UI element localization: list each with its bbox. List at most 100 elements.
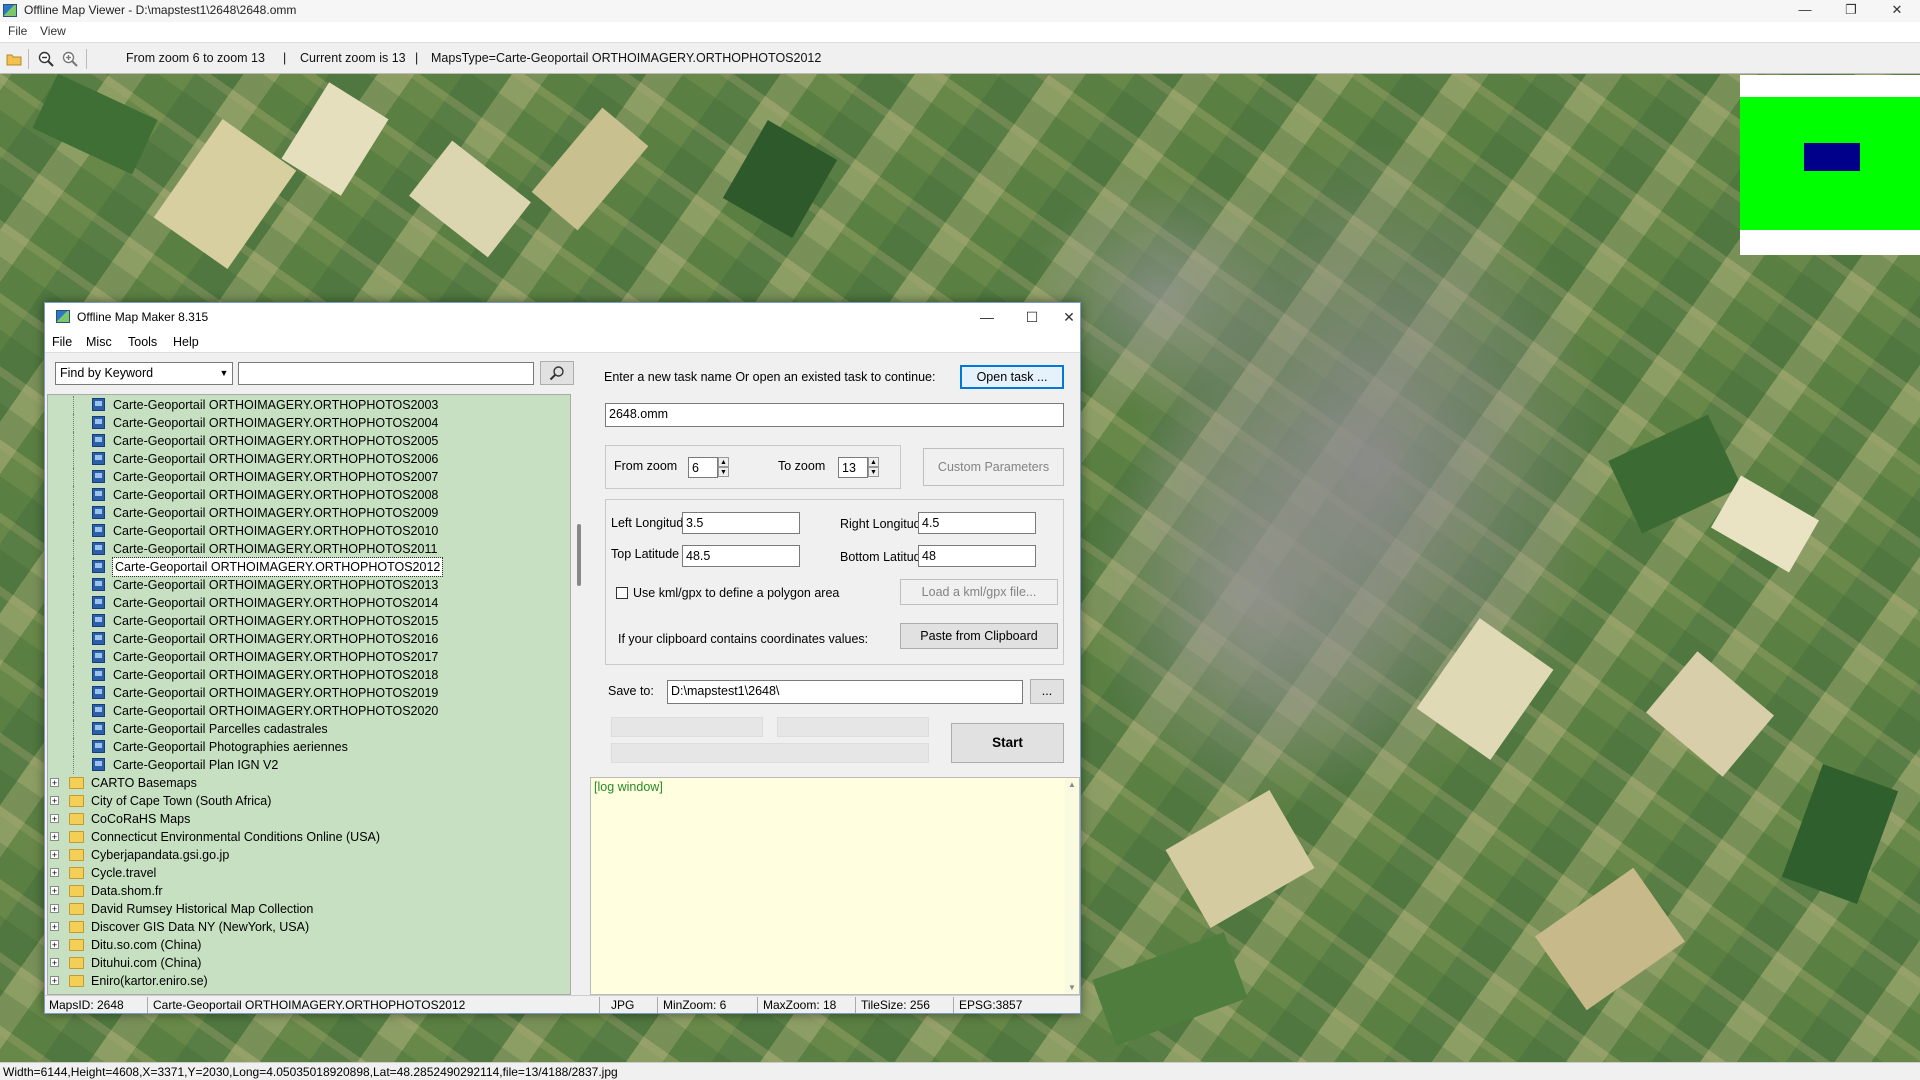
tree-item-map-source[interactable]: Carte-Geoportail ORTHOIMAGERY.ORTHOPHOTO… [48,450,568,468]
tree-item-map-source[interactable]: Carte-Geoportail ORTHOIMAGERY.ORTHOPHOTO… [48,504,568,522]
save-path-input[interactable]: D:\mapstest1\2648\ [667,680,1023,704]
from-zoom-stepper[interactable]: ▲ ▼ [718,457,729,478]
menu-file[interactable]: File [8,24,27,38]
dialog-menu-file[interactable]: File [52,335,72,349]
expand-icon[interactable]: + [50,958,59,968]
left-longitude-input[interactable]: 3.5 [682,512,800,534]
tree-item-map-source[interactable]: Carte-Geoportail ORTHOIMAGERY.ORTHOPHOTO… [48,468,568,486]
tree-item-map-source[interactable]: Carte-Geoportail ORTHOIMAGERY.ORTHOPHOTO… [48,486,568,504]
tree-folder[interactable]: + City of Cape Town (South Africa) [48,792,568,810]
map-layer-icon [92,398,105,411]
tree-item-map-source[interactable]: Carte-Geoportail ORTHOIMAGERY.ORTHOPHOTO… [48,702,568,720]
custom-parameters-button[interactable]: Custom Parameters [923,448,1064,486]
tree-item-map-source[interactable]: Carte-Geoportail Photographies aeriennes [48,738,568,756]
dialog-menu-tools[interactable]: Tools [128,335,157,349]
tree-item-map-source[interactable]: Carte-Geoportail Plan IGN V2 [48,756,568,774]
search-mode-dropdown[interactable]: Find by Keyword ▼ [55,362,233,385]
expand-icon[interactable]: + [50,886,59,896]
status-epsg: EPSG:3857 [959,998,1023,1012]
tree-folder[interactable]: + Cyberjapandata.gsi.go.jp [48,846,568,864]
kml-checkbox[interactable] [616,587,628,599]
expand-icon[interactable]: + [50,814,59,824]
tree-folder[interactable]: + Dituhui.com (China) [48,954,568,972]
from-zoom-input[interactable]: 6 [688,457,718,478]
open-folder-icon[interactable] [6,51,22,67]
tree-item-map-source[interactable]: Carte-Geoportail ORTHOIMAGERY.ORTHOPHOTO… [48,522,568,540]
expand-icon[interactable]: + [50,922,59,932]
menu-view[interactable]: View [40,24,66,38]
tree-item-map-source[interactable]: Carte-Geoportail ORTHOIMAGERY.ORTHOPHOTO… [48,557,568,577]
to-zoom-stepper[interactable]: ▲ ▼ [868,457,879,478]
tree-item-map-source[interactable]: Carte-Geoportail ORTHOIMAGERY.ORTHOPHOTO… [48,612,568,630]
tree-folder[interactable]: + Data.shom.fr [48,882,568,900]
progress-bar [611,717,763,737]
bottom-latitude-input[interactable]: 48 [918,545,1036,567]
bottom-latitude-label: Bottom Latitude [840,550,928,564]
expand-icon[interactable]: + [50,832,59,842]
load-kml-button[interactable]: Load a kml/gpx file... [900,579,1058,605]
expand-icon[interactable]: + [50,778,59,788]
dialog-menu-misc[interactable]: Misc [86,335,112,349]
expand-icon[interactable]: + [50,976,59,986]
top-latitude-input[interactable]: 48.5 [682,545,800,567]
tree-item-map-source[interactable]: Carte-Geoportail ORTHOIMAGERY.ORTHOPHOTO… [48,684,568,702]
expand-icon[interactable]: + [50,796,59,806]
tree-folder[interactable]: + Discover GIS Data NY (NewYork, USA) [48,918,568,936]
tree-item-map-source[interactable]: Carte-Geoportail Parcelles cadastrales [48,720,568,738]
tree-item-map-source[interactable]: Carte-Geoportail ORTHOIMAGERY.ORTHOPHOTO… [48,396,568,414]
right-longitude-input[interactable]: 4.5 [918,512,1036,534]
tree-item-map-source[interactable]: Carte-Geoportail ORTHOIMAGERY.ORTHOPHOTO… [48,576,568,594]
expand-icon[interactable]: + [50,868,59,878]
log-window[interactable]: [log window] ▲ ▼ [590,777,1080,995]
tree-folder[interactable]: + Cycle.travel [48,864,568,882]
search-input[interactable] [238,362,534,385]
browse-button[interactable]: ... [1030,679,1064,704]
status-max-zoom: MaxZoom: 18 [763,998,837,1012]
tree-item-label: Carte-Geoportail Plan IGN V2 [113,758,279,772]
search-button[interactable] [540,361,574,385]
dialog-minimize-button[interactable]: — [967,307,1007,327]
map-layer-icon [92,668,105,681]
expand-icon[interactable]: + [50,940,59,950]
dialog-close-button[interactable]: ✕ [1058,307,1080,327]
dialog-menu-help[interactable]: Help [173,335,199,349]
log-text: [log window] [594,780,663,794]
tree-scrollbar[interactable] [571,394,588,995]
tree-item-map-source[interactable]: Carte-Geoportail ORTHOIMAGERY.ORTHOPHOTO… [48,432,568,450]
open-task-button[interactable]: Open task ... [960,365,1064,389]
start-button[interactable]: Start [951,723,1064,763]
log-scrollbar[interactable]: ▲ ▼ [1065,778,1079,994]
zoom-in-icon[interactable] [62,51,78,67]
tree-item-map-source[interactable]: Carte-Geoportail ORTHOIMAGERY.ORTHOPHOTO… [48,414,568,432]
tree-item-map-source[interactable]: Carte-Geoportail ORTHOIMAGERY.ORTHOPHOTO… [48,540,568,558]
tree-item-map-source[interactable]: Carte-Geoportail ORTHOIMAGERY.ORTHOPHOTO… [48,630,568,648]
map-field [1535,867,1685,1011]
close-button[interactable]: ✕ [1874,0,1920,22]
zoom-out-icon[interactable] [38,51,54,67]
tree-item-map-source[interactable]: Carte-Geoportail ORTHOIMAGERY.ORTHOPHOTO… [48,666,568,684]
tree-folder[interactable]: + Connecticut Environmental Conditions On… [48,828,568,846]
tree-item-map-source[interactable]: Carte-Geoportail ORTHOIMAGERY.ORTHOPHOTO… [48,594,568,612]
tree-folder[interactable]: + CARTO Basemaps [48,774,568,792]
paste-from-clipboard-button[interactable]: Paste from Clipboard [900,623,1058,649]
map-field [32,74,158,175]
minimap-viewport[interactable] [1804,143,1860,171]
tree-folder[interactable]: + Ditu.so.com (China) [48,936,568,954]
overview-minimap[interactable] [1740,75,1920,255]
map-source-tree[interactable]: Carte-Geoportail ORTHOIMAGERY.ORTHOPHOTO… [47,394,571,995]
dialog-maximize-button[interactable]: ☐ [1012,307,1052,327]
tree-item-map-source[interactable]: Carte-Geoportail ORTHOIMAGERY.ORTHOPHOTO… [48,648,568,666]
tree-folder[interactable]: + Eniro(kartor.eniro.se) [48,972,568,990]
tree-folder[interactable]: + David Rumsey Historical Map Collection [48,900,568,918]
expand-icon[interactable]: + [50,850,59,860]
restore-button[interactable]: ❐ [1828,0,1874,22]
to-zoom-input[interactable]: 13 [838,457,868,478]
task-name-input[interactable]: 2648.omm [605,403,1064,427]
toolbar-divider [28,49,29,69]
minimize-button[interactable]: — [1782,0,1828,22]
tree-folder[interactable]: + CoCoRaHS Maps [48,810,568,828]
scroll-thumb[interactable] [577,524,581,586]
status-format: JPG [611,998,635,1012]
folder-icon [69,849,84,861]
expand-icon[interactable]: + [50,904,59,914]
